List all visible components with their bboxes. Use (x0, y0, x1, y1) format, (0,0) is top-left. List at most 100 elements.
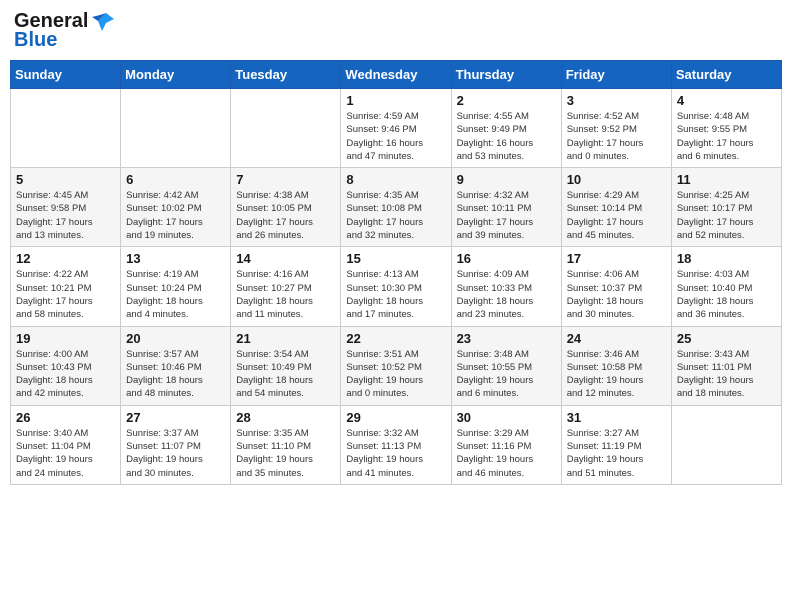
day-number: 4 (677, 93, 776, 108)
calendar-cell: 29 Sunrise: 3:32 AM Sunset: 11:13 PM Dayl… (341, 405, 451, 484)
calendar-cell: 30Sunrise: 3:29 AM Sunset: 11:16 PM Dayl… (451, 405, 561, 484)
day-number: 15 (346, 251, 445, 266)
day-number: 31 (567, 410, 666, 425)
page-header: General Blue (10, 10, 782, 52)
day-number: 7 (236, 172, 335, 187)
day-info: Sunrise: 4:59 AM Sunset: 9:46 PM Dayligh… (346, 110, 445, 163)
day-info: Sunrise: 4:35 AM Sunset: 10:08 PM Daylig… (346, 189, 445, 242)
day-number: 16 (457, 251, 556, 266)
day-info: Sunrise: 3:43 AM Sunset: 11:01 PM Daylig… (677, 348, 776, 401)
calendar-cell: 12 Sunrise: 4:22 AM Sunset: 10:21 PM Dayl… (11, 247, 121, 326)
calendar-cell: 11 Sunrise: 4:25 AM Sunset: 10:17 PM Dayl… (671, 168, 781, 247)
calendar-cell: 14 Sunrise: 4:16 AM Sunset: 10:27 PM Dayl… (231, 247, 341, 326)
day-number: 22 (346, 331, 445, 346)
calendar-week-row: 1Sunrise: 4:59 AM Sunset: 9:46 PM Daylig… (11, 89, 782, 168)
calendar-cell: 5 Sunrise: 4:45 AM Sunset: 9:58 PM Daylig… (11, 168, 121, 247)
calendar-cell: 21 Sunrise: 3:54 AM Sunset: 10:49 PM Dayl… (231, 326, 341, 405)
day-of-week-saturday: Saturday (671, 61, 781, 89)
day-number: 2 (457, 93, 556, 108)
day-info: Sunrise: 4:16 AM Sunset: 10:27 PM Daylig… (236, 268, 335, 321)
day-number: 5 (16, 172, 115, 187)
day-number: 24 (567, 331, 666, 346)
calendar-cell: 27 Sunrise: 3:37 AM Sunset: 11:07 PM Dayl… (121, 405, 231, 484)
logo: General Blue (14, 10, 114, 52)
day-info: Sunrise: 4:06 AM Sunset: 10:37 PM Daylig… (567, 268, 666, 321)
calendar-cell: 23 Sunrise: 3:48 AM Sunset: 10:55 PM Dayl… (451, 326, 561, 405)
day-of-week-friday: Friday (561, 61, 671, 89)
day-number: 19 (16, 331, 115, 346)
calendar-cell: 6 Sunrise: 4:42 AM Sunset: 10:02 PM Dayli… (121, 168, 231, 247)
day-number: 23 (457, 331, 556, 346)
day-info: Sunrise: 3:32 AM Sunset: 11:13 PM Daylig… (346, 427, 445, 480)
day-info: Sunrise: 4:29 AM Sunset: 10:14 PM Daylig… (567, 189, 666, 242)
calendar-cell: 20Sunrise: 3:57 AM Sunset: 10:46 PM Dayl… (121, 326, 231, 405)
day-info: Sunrise: 4:25 AM Sunset: 10:17 PM Daylig… (677, 189, 776, 242)
day-of-week-monday: Monday (121, 61, 231, 89)
calendar-cell (231, 89, 341, 168)
day-number: 28 (236, 410, 335, 425)
day-number: 25 (677, 331, 776, 346)
calendar-cell: 18 Sunrise: 4:03 AM Sunset: 10:40 PM Dayl… (671, 247, 781, 326)
calendar-week-row: 5 Sunrise: 4:45 AM Sunset: 9:58 PM Daylig… (11, 168, 782, 247)
calendar-cell (11, 89, 121, 168)
calendar-cell: 31 Sunrise: 3:27 AM Sunset: 11:19 PM Dayl… (561, 405, 671, 484)
calendar-cell: 1Sunrise: 4:59 AM Sunset: 9:46 PM Daylig… (341, 89, 451, 168)
day-number: 17 (567, 251, 666, 266)
calendar-cell: 10 Sunrise: 4:29 AM Sunset: 10:14 PM Dayl… (561, 168, 671, 247)
day-info: Sunrise: 3:27 AM Sunset: 11:19 PM Daylig… (567, 427, 666, 480)
day-number: 11 (677, 172, 776, 187)
day-number: 18 (677, 251, 776, 266)
calendar-cell: 2Sunrise: 4:55 AM Sunset: 9:49 PM Daylig… (451, 89, 561, 168)
day-info: Sunrise: 4:22 AM Sunset: 10:21 PM Daylig… (16, 268, 115, 321)
day-of-week-wednesday: Wednesday (341, 61, 451, 89)
logo-bird-icon (92, 13, 114, 31)
day-number: 13 (126, 251, 225, 266)
day-number: 12 (16, 251, 115, 266)
day-info: Sunrise: 4:42 AM Sunset: 10:02 PM Daylig… (126, 189, 225, 242)
day-info: Sunrise: 4:48 AM Sunset: 9:55 PM Dayligh… (677, 110, 776, 163)
calendar-cell: 15 Sunrise: 4:13 AM Sunset: 10:30 PM Dayl… (341, 247, 451, 326)
day-info: Sunrise: 4:03 AM Sunset: 10:40 PM Daylig… (677, 268, 776, 321)
day-info: Sunrise: 4:09 AM Sunset: 10:33 PM Daylig… (457, 268, 556, 321)
day-info: Sunrise: 3:37 AM Sunset: 11:07 PM Daylig… (126, 427, 225, 480)
day-info: Sunrise: 4:19 AM Sunset: 10:24 PM Daylig… (126, 268, 225, 321)
calendar-cell: 24 Sunrise: 3:46 AM Sunset: 10:58 PM Dayl… (561, 326, 671, 405)
day-number: 29 (346, 410, 445, 425)
day-info: Sunrise: 4:13 AM Sunset: 10:30 PM Daylig… (346, 268, 445, 321)
calendar-week-row: 19Sunrise: 4:00 AM Sunset: 10:43 PM Dayl… (11, 326, 782, 405)
calendar-cell: 16 Sunrise: 4:09 AM Sunset: 10:33 PM Dayl… (451, 247, 561, 326)
day-info: Sunrise: 3:46 AM Sunset: 10:58 PM Daylig… (567, 348, 666, 401)
calendar-header-row: SundayMondayTuesdayWednesdayThursdayFrid… (11, 61, 782, 89)
calendar-cell: 8 Sunrise: 4:35 AM Sunset: 10:08 PM Dayli… (341, 168, 451, 247)
calendar-cell: 4 Sunrise: 4:48 AM Sunset: 9:55 PM Daylig… (671, 89, 781, 168)
day-number: 14 (236, 251, 335, 266)
day-info: Sunrise: 3:40 AM Sunset: 11:04 PM Daylig… (16, 427, 115, 480)
calendar-cell: 22 Sunrise: 3:51 AM Sunset: 10:52 PM Dayl… (341, 326, 451, 405)
day-number: 9 (457, 172, 556, 187)
calendar-cell: 7 Sunrise: 4:38 AM Sunset: 10:05 PM Dayli… (231, 168, 341, 247)
day-info: Sunrise: 4:38 AM Sunset: 10:05 PM Daylig… (236, 189, 335, 242)
day-number: 27 (126, 410, 225, 425)
day-info: Sunrise: 3:54 AM Sunset: 10:49 PM Daylig… (236, 348, 335, 401)
day-number: 26 (16, 410, 115, 425)
day-info: Sunrise: 3:29 AM Sunset: 11:16 PM Daylig… (457, 427, 556, 480)
calendar-cell: 28Sunrise: 3:35 AM Sunset: 11:10 PM Dayl… (231, 405, 341, 484)
day-number: 8 (346, 172, 445, 187)
day-of-week-thursday: Thursday (451, 61, 561, 89)
day-info: Sunrise: 3:48 AM Sunset: 10:55 PM Daylig… (457, 348, 556, 401)
calendar-cell: 25 Sunrise: 3:43 AM Sunset: 11:01 PM Dayl… (671, 326, 781, 405)
day-number: 6 (126, 172, 225, 187)
day-info: Sunrise: 3:51 AM Sunset: 10:52 PM Daylig… (346, 348, 445, 401)
day-number: 20 (126, 331, 225, 346)
calendar-cell: 3 Sunrise: 4:52 AM Sunset: 9:52 PM Daylig… (561, 89, 671, 168)
day-number: 21 (236, 331, 335, 346)
day-info: Sunrise: 4:45 AM Sunset: 9:58 PM Dayligh… (16, 189, 115, 242)
day-number: 3 (567, 93, 666, 108)
calendar-cell: 26 Sunrise: 3:40 AM Sunset: 11:04 PM Dayl… (11, 405, 121, 484)
calendar-cell: 9 Sunrise: 4:32 AM Sunset: 10:11 PM Dayli… (451, 168, 561, 247)
day-info: Sunrise: 4:52 AM Sunset: 9:52 PM Dayligh… (567, 110, 666, 163)
logo-blue-text: Blue (14, 29, 57, 52)
calendar-cell (671, 405, 781, 484)
day-number: 10 (567, 172, 666, 187)
day-info: Sunrise: 4:32 AM Sunset: 10:11 PM Daylig… (457, 189, 556, 242)
